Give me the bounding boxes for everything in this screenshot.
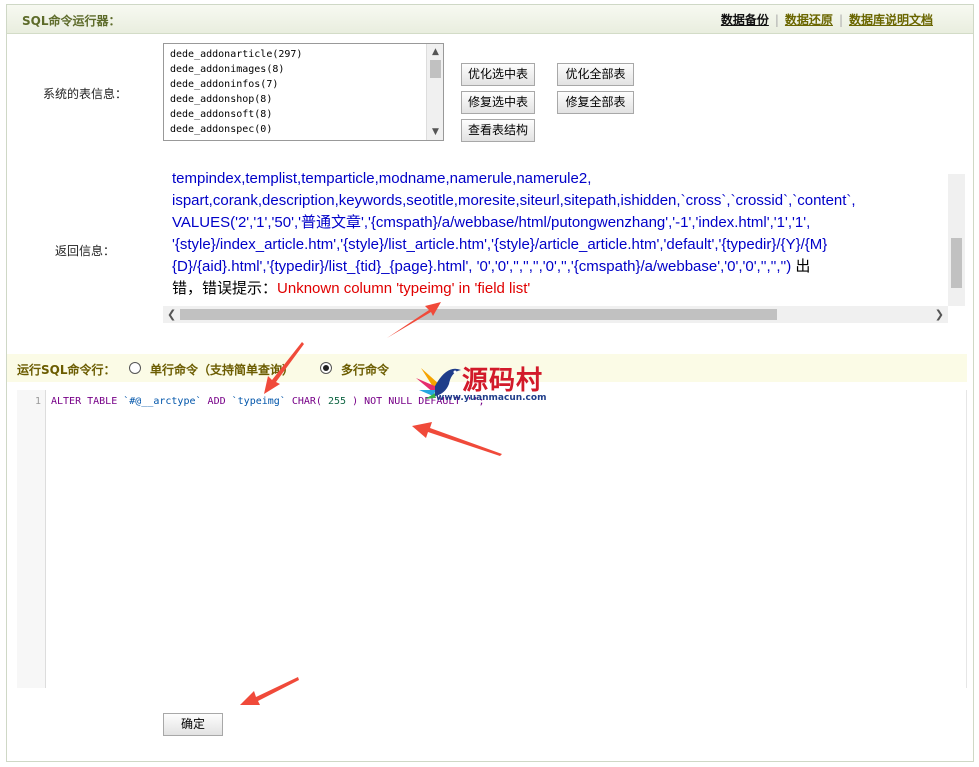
repair-all-button[interactable]: 修复全部表 xyxy=(557,91,634,114)
result-vertical-scrollbar[interactable] xyxy=(948,174,965,306)
repair-selected-button[interactable]: 修复选中表 xyxy=(461,91,535,114)
result-line: ispart,corank,description,keywords,seoti… xyxy=(172,192,856,209)
result-panel: tempindex,templist,temparticle,modname,n… xyxy=(163,160,965,324)
link-restore[interactable]: 数据还原 xyxy=(785,13,833,27)
optimize-all-button[interactable]: 优化全部表 xyxy=(557,63,634,86)
table-list[interactable]: dede_addonarticle(297) dede_addonimages(… xyxy=(163,43,444,141)
tables-label: 系统的表信息： xyxy=(43,87,128,101)
watermark-name: 源码村 xyxy=(462,366,544,396)
editor-gutter: 1 xyxy=(17,390,46,688)
result-line-tail: 出 xyxy=(791,258,811,275)
scroll-thumb[interactable] xyxy=(180,309,777,320)
header-links: 数据备份 | 数据还原 | 数据库说明文档 xyxy=(720,13,933,27)
table-list-scrollbar[interactable]: ▲ ▼ xyxy=(426,44,443,140)
scroll-left-icon[interactable]: ❮ xyxy=(167,306,176,323)
line-number: 1 xyxy=(34,396,41,407)
result-line: tempindex,templist,temparticle,modname,n… xyxy=(172,170,592,187)
single-command-radio[interactable] xyxy=(129,362,141,374)
scroll-down-icon[interactable]: ▼ xyxy=(427,124,443,140)
arrow-annotation xyxy=(412,422,502,456)
list-item[interactable]: dede_addoninfos(7) xyxy=(170,77,302,92)
result-horizontal-scrollbar[interactable]: ❮ ❯ xyxy=(163,306,948,323)
command-label: 运行SQL命令行： xyxy=(17,363,116,377)
list-item[interactable]: dede_addonshop(8) xyxy=(170,92,302,107)
list-item[interactable]: dede_addonarticle(297) xyxy=(170,47,302,62)
result-line: VALUES('2','1','50','普通文章','{cmspath}/a/… xyxy=(172,214,811,231)
arrow-annotation xyxy=(264,342,304,394)
header-bar: SQL命令运行器： 数据备份 | 数据还原 | 数据库说明文档 xyxy=(7,5,973,34)
result-line: {D}/{aid}.html','{typedir}/list_{tid}_{p… xyxy=(172,258,792,275)
result-text: tempindex,templist,temparticle,modname,n… xyxy=(172,168,947,300)
arrow-annotation xyxy=(240,677,299,705)
arrow-annotation xyxy=(387,302,441,338)
optimize-selected-button[interactable]: 优化选中表 xyxy=(461,63,535,86)
view-structure-button[interactable]: 查看表结构 xyxy=(461,119,535,142)
watermark-url: www.yuanmacun.com xyxy=(436,393,547,403)
multi-command-label[interactable]: 多行命令 xyxy=(341,361,389,378)
list-item[interactable]: dede_addonimages(8) xyxy=(170,62,302,77)
submit-button[interactable]: 确定 xyxy=(163,713,223,736)
watermark-logo: 源码村 www.yuanmacun.com xyxy=(413,360,563,406)
list-item[interactable]: dede_addonsoft(8) xyxy=(170,107,302,122)
multi-command-radio[interactable] xyxy=(320,362,332,374)
error-prefix: 错，错误提示： xyxy=(172,280,278,297)
scroll-thumb[interactable] xyxy=(430,60,441,78)
result-label: 返回信息： xyxy=(55,244,116,258)
error-message: Unknown column 'typeimg' in 'field list' xyxy=(277,280,531,297)
result-line: '{style}/index_article.htm','{style}/lis… xyxy=(172,236,828,253)
scroll-thumb[interactable] xyxy=(951,238,962,288)
list-item[interactable]: dede_addonspec(0) xyxy=(170,122,302,137)
scroll-right-icon[interactable]: ❯ xyxy=(935,306,944,323)
link-db-docs[interactable]: 数据库说明文档 xyxy=(849,13,933,27)
link-backup[interactable]: 数据备份 xyxy=(721,13,769,27)
page-title: SQL命令运行器： xyxy=(22,14,121,28)
scroll-up-icon[interactable]: ▲ xyxy=(427,44,443,60)
